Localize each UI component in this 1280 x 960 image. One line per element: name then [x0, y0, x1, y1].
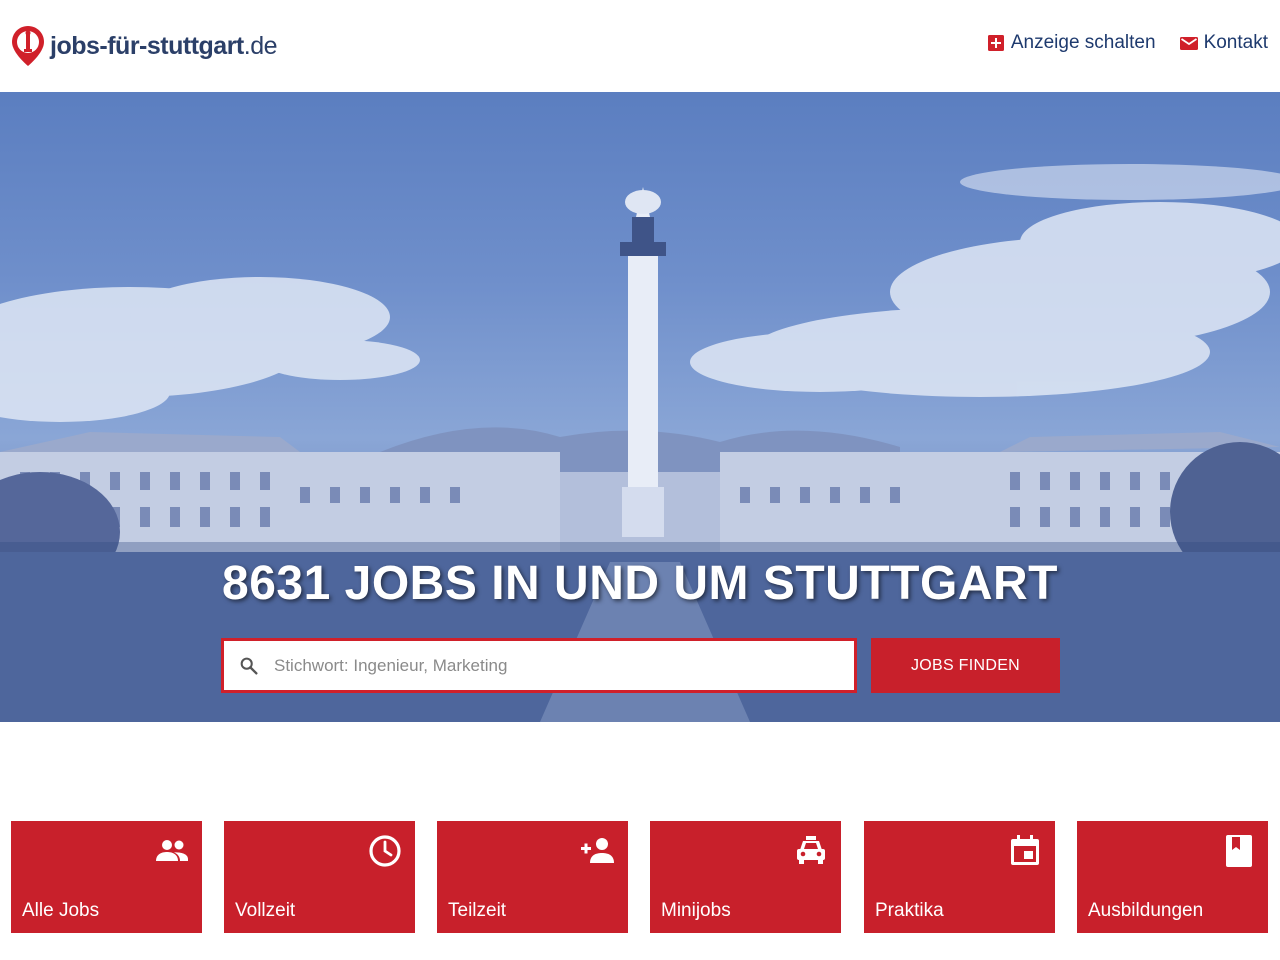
- category-minijobs[interactable]: Minijobs: [650, 821, 841, 933]
- category-teilzeit[interactable]: Teilzeit: [437, 821, 628, 933]
- category-praktika[interactable]: Praktika: [864, 821, 1055, 933]
- hero-title: 8631 JOBS IN UND UM STUTTGART: [222, 557, 1058, 610]
- logo-text: jobs-für-stuttgart.de: [50, 31, 278, 60]
- jobs-finden-button[interactable]: JOBS FINDEN: [871, 638, 1060, 693]
- category-label: Praktika: [875, 900, 944, 921]
- category-label: Minijobs: [661, 900, 731, 921]
- top-nav: Anzeige schalten Kontakt: [987, 32, 1268, 54]
- car-icon: [797, 836, 825, 864]
- category-label: Teilzeit: [448, 900, 507, 921]
- calendar-icon: [1011, 835, 1039, 865]
- hero-section: 8631 JOBS IN UND UM STUTTGART JOBS FINDE…: [0, 92, 1280, 722]
- clock-icon: [369, 835, 401, 867]
- nav-kontakt-label: Kontakt: [1203, 32, 1268, 53]
- category-ausbildungen[interactable]: Ausbildungen: [1077, 821, 1268, 933]
- search-icon: [240, 657, 258, 675]
- site-logo[interactable]: jobs-für-stuttgart.de: [10, 24, 278, 68]
- category-label: Alle Jobs: [22, 900, 100, 921]
- search-input[interactable]: [274, 655, 834, 676]
- category-vollzeit[interactable]: Vollzeit: [224, 821, 415, 933]
- nav-kontakt[interactable]: Kontakt: [1179, 32, 1268, 54]
- category-tiles: Alle Jobs Vollzeit Teilzeit Minijobs Pra…: [11, 821, 1271, 933]
- category-label: Ausbildungen: [1088, 900, 1204, 921]
- people-icon: [156, 840, 188, 861]
- map-pin-logo-icon: [12, 26, 44, 66]
- nav-anzeige-schalten[interactable]: Anzeige schalten: [987, 32, 1156, 54]
- add-box-icon: [987, 35, 1004, 51]
- book-icon: [1226, 835, 1252, 867]
- nav-anzeige-label: Anzeige schalten: [1010, 32, 1156, 53]
- search-box: [221, 638, 857, 693]
- category-alle-jobs[interactable]: Alle Jobs: [11, 821, 202, 933]
- category-label: Vollzeit: [235, 900, 296, 921]
- person-add-icon: [581, 838, 614, 863]
- site-header: jobs-für-stuttgart.de Anzeige schalten K…: [0, 0, 1280, 92]
- mail-icon: [1179, 37, 1198, 50]
